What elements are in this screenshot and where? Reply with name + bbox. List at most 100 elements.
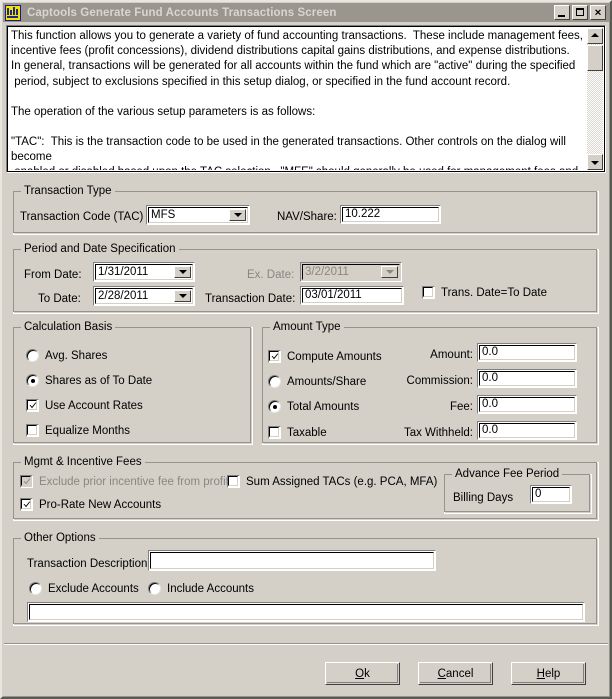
- checkbox-pro-rate-new-accounts[interactable]: Pro-Rate New Accounts: [20, 498, 161, 511]
- scroll-down-button[interactable]: [587, 154, 603, 170]
- ok-button-label: Ok: [355, 668, 370, 680]
- checkbox-pro-rate-new-accounts-label: Pro-Rate New Accounts: [39, 498, 162, 511]
- fee-input[interactable]: 0.0: [477, 395, 577, 414]
- radio-avg-shares[interactable]: Avg. Shares: [26, 349, 107, 362]
- help-paragraph-3: "TAC": This is the transaction code to b…: [11, 136, 578, 170]
- transaction-description-input[interactable]: [148, 550, 436, 571]
- trans-date-equals-to-date-checkbox[interactable]: Trans. Date=To Date: [422, 286, 547, 299]
- radio-amounts-per-share[interactable]: Amounts/Share: [268, 375, 366, 388]
- checkbox-sum-assigned-tacs[interactable]: Sum Assigned TACs (e.g. PCA, MFA): [227, 475, 437, 488]
- checkbox-compute-amounts[interactable]: Compute Amounts: [268, 350, 382, 363]
- generate-fund-transactions-dialog: Captools Generate Fund Accounts Transact…: [0, 0, 612, 699]
- close-icon: ✕: [594, 7, 602, 17]
- fee-label: Fee:: [449, 401, 473, 413]
- accounts-list-input[interactable]: [27, 602, 585, 622]
- checkbox-box: [268, 350, 281, 363]
- checkbox-box: [268, 426, 281, 439]
- ex-date-label: Ex. Date:: [247, 269, 295, 281]
- help-paragraph-1: This function allows you to generate a v…: [11, 30, 583, 88]
- radio-include-accounts[interactable]: Include Accounts: [148, 582, 254, 595]
- checkbox-exclude-prior-incentive-fee-label: Exclude prior incentive fee from profit: [39, 475, 229, 488]
- help-rest: elp: [544, 667, 561, 680]
- commission-input[interactable]: 0.0: [477, 369, 577, 388]
- mgmt-incentive-fees-legend: Mgmt & Incentive Fees: [21, 456, 145, 468]
- tax-withheld-value: 0.0: [482, 424, 498, 436]
- scroll-down-arrow-icon: [591, 161, 599, 165]
- scroll-up-button[interactable]: [587, 28, 603, 44]
- footer-divider: [4, 643, 608, 645]
- period-date-legend: Period and Date Specification: [21, 243, 179, 255]
- commission-label: Commission:: [406, 375, 473, 387]
- from-date-value: 1/31/2011: [98, 266, 149, 278]
- nav-share-value: 10.222: [345, 208, 381, 220]
- ex-date-combobox: 3/2/2011: [300, 262, 402, 282]
- billing-days-value: 0: [535, 488, 542, 500]
- radio-shares-as-of-to-date-label: Shares as of To Date: [45, 374, 153, 387]
- ok-accel: O: [355, 667, 365, 680]
- radio-shares-as-of-to-date[interactable]: Shares as of To Date: [26, 374, 152, 387]
- checkbox-box: [227, 475, 240, 488]
- radio-circle: [26, 374, 39, 387]
- cancel-rest: ancel: [445, 667, 474, 680]
- transaction-date-input[interactable]: 03/01/2011: [300, 286, 404, 305]
- cancel-button-label: Cancel: [438, 668, 474, 680]
- scrollbar-thumb[interactable]: [587, 45, 603, 71]
- radio-exclude-accounts[interactable]: Exclude Accounts: [29, 582, 139, 595]
- from-date-dropdown-button[interactable]: [174, 266, 191, 278]
- from-date-combobox[interactable]: 1/31/2011: [93, 262, 195, 282]
- ex-date-dropdown-button: [381, 266, 398, 278]
- chevron-down-icon: [178, 294, 187, 298]
- help-vertical-scrollbar[interactable]: [587, 28, 603, 170]
- tac-combobox[interactable]: MFS: [146, 205, 250, 225]
- checkbox-taxable-label: Taxable: [287, 426, 327, 439]
- chevron-down-icon: [233, 213, 242, 217]
- title-bar[interactable]: Captools Generate Fund Accounts Transact…: [3, 3, 609, 22]
- amount-value: 0.0: [482, 346, 498, 358]
- transaction-date-label: Transaction Date:: [205, 293, 296, 305]
- close-button[interactable]: ✕: [590, 5, 606, 20]
- radio-circle: [268, 375, 281, 388]
- ok-button[interactable]: Ok: [325, 662, 400, 685]
- window-controls: ✕: [554, 5, 606, 20]
- radio-circle: [268, 400, 281, 413]
- tac-dropdown-button[interactable]: [229, 209, 246, 221]
- checkbox-taxable[interactable]: Taxable: [268, 426, 327, 439]
- ex-date-value: 3/2/2011: [305, 266, 349, 278]
- to-date-dropdown-button[interactable]: [174, 290, 191, 302]
- to-date-combobox[interactable]: 2/28/2011: [93, 286, 195, 306]
- radio-avg-shares-label: Avg. Shares: [45, 349, 108, 362]
- transaction-date-value: 03/01/2011: [305, 289, 362, 301]
- to-date-value: 2/28/2011: [98, 290, 149, 302]
- chevron-down-icon: [178, 270, 187, 274]
- fee-value: 0.0: [482, 398, 498, 410]
- tax-withheld-label: Tax Withheld:: [403, 427, 473, 439]
- maximize-icon: [576, 8, 584, 16]
- radio-include-accounts-label: Include Accounts: [167, 582, 254, 595]
- checkmark-icon: [271, 353, 279, 360]
- cancel-accel: C: [437, 667, 446, 680]
- nav-share-input[interactable]: 10.222: [340, 205, 441, 224]
- checkbox-equalize-months[interactable]: Equalize Months: [26, 424, 130, 437]
- tac-value: MFS: [151, 209, 176, 221]
- cancel-button[interactable]: Cancel: [418, 662, 493, 685]
- transaction-type-legend: Transaction Type: [21, 185, 115, 197]
- trans-date-equals-to-date-label: Trans. Date=To Date: [441, 286, 547, 299]
- billing-days-input[interactable]: 0: [530, 485, 572, 504]
- help-button[interactable]: Help: [511, 662, 586, 685]
- radio-circle: [26, 349, 39, 362]
- checkbox-box: [26, 424, 39, 437]
- radio-selected-dot: [273, 405, 277, 409]
- checkbox-equalize-months-label: Equalize Months: [45, 424, 131, 437]
- maximize-button[interactable]: [572, 5, 588, 20]
- tac-label: Transaction Code (TAC): [20, 211, 144, 223]
- transaction-description-label: Transaction Description:: [27, 558, 151, 570]
- minimize-button[interactable]: [554, 5, 570, 20]
- amount-input[interactable]: 0.0: [477, 343, 577, 362]
- help-accel: H: [536, 667, 545, 680]
- help-text-box: This function allows you to generate a v…: [6, 25, 606, 173]
- tax-withheld-input[interactable]: 0.0: [477, 421, 577, 440]
- radio-total-amounts[interactable]: Total Amounts: [268, 400, 359, 413]
- advance-fee-period-legend: Advance Fee Period: [452, 468, 563, 480]
- checkbox-box: [422, 286, 435, 299]
- checkbox-use-account-rates[interactable]: Use Account Rates: [26, 399, 143, 412]
